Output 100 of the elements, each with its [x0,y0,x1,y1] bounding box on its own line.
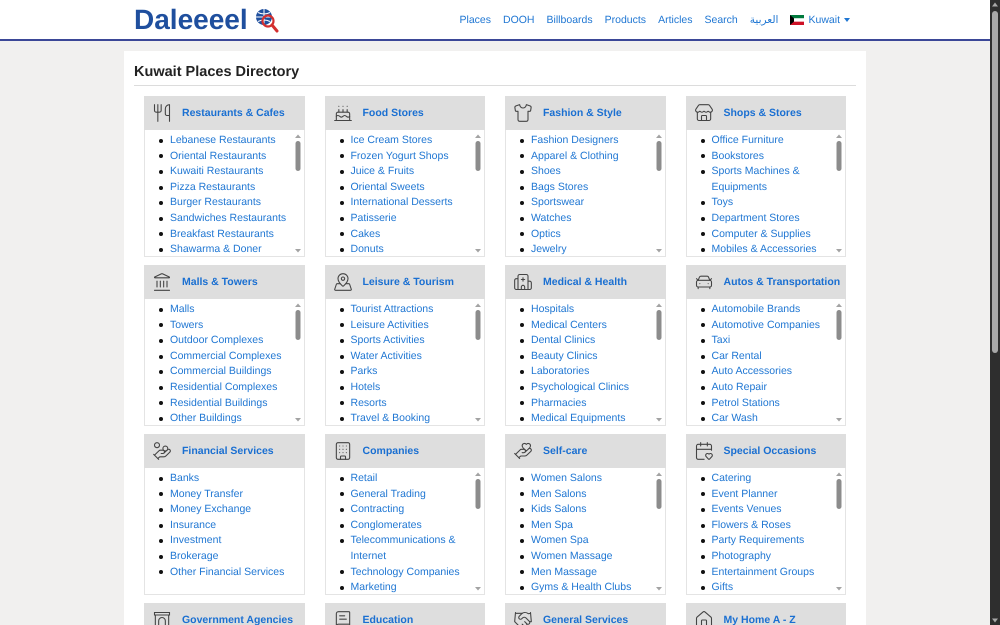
nav-link[interactable]: Places [460,12,492,26]
country-dropdown[interactable]: Kuwait [790,12,850,26]
nav-link[interactable]: DOOH [503,12,535,26]
category-item-link[interactable]: Auto Accessories [712,364,792,380]
category-item-link[interactable]: Contracting [350,502,404,518]
category-item-link[interactable]: Party Requirements [712,533,804,549]
category-item-link[interactable]: Beauty Clinics [531,348,598,364]
category-item-link[interactable]: Toys [712,195,734,211]
category-item-link[interactable]: Sports Machines & Equipments [712,164,833,196]
category-item-link[interactable]: General Trading [350,486,426,502]
category-item-link[interactable]: Petrol Stations [712,396,780,412]
category-item-link[interactable]: Lebanese Restaurants [170,133,276,149]
category-item-link[interactable]: Event Planner [712,486,778,502]
category-item-link[interactable]: Brokerage [170,548,218,565]
category-item-link[interactable]: Sandwiches Restaurants [170,210,286,227]
category-item-link[interactable]: Sports Activities [350,333,425,349]
category-item-link[interactable]: Apparel & Clothing [531,148,619,164]
category-link[interactable]: Special Occasions [724,444,816,458]
category-item-link[interactable]: Men Spa [531,518,574,534]
category-item-link[interactable]: Oriental Restaurants [170,148,266,164]
category-item-link[interactable]: International Desserts [350,195,453,211]
category-link[interactable]: Fashion & Style [543,106,622,120]
category-item-link[interactable]: Hospitals [531,302,574,318]
category-item-link[interactable]: Banks [170,471,200,487]
category-item-link[interactable]: Conglomerates [350,518,422,534]
category-link[interactable]: Government Agencies [182,614,294,625]
category-link[interactable]: My Home A - Z [724,614,796,625]
category-item-link[interactable]: Dental Clinics [531,333,596,349]
category-item-link[interactable]: Technology Companies [350,564,460,580]
category-item-link[interactable]: Women Salons [531,471,602,487]
category-item-link[interactable]: Men Salons [531,486,586,502]
category-item-link[interactable]: Investment [170,533,222,549]
category-item-link[interactable]: Leisure Activities [350,318,429,334]
category-item-link[interactable]: Patisserie [350,210,397,227]
category-item-link[interactable]: Optics [531,226,561,242]
category-item-link[interactable]: Bags Stores [531,180,588,196]
category-item-link[interactable]: Commercial Complexes [170,348,282,364]
category-item-link[interactable]: Gyms & Health Clubs [531,580,632,594]
category-item-link[interactable]: Telecommunications & Internet [350,533,472,565]
category-link[interactable]: Leisure & Tourism [362,276,454,288]
category-item-link[interactable]: Hotels [350,380,380,396]
category-item-link[interactable]: Resorts [350,396,387,412]
category-item-link[interactable]: Water Activities [350,348,422,364]
category-item-link[interactable]: Fashion Designers [531,133,619,149]
category-item-link[interactable]: Events Venues [712,502,782,518]
category-item-link[interactable]: Ice Cream Stores [350,133,432,149]
category-link[interactable]: Financial Services [182,444,274,458]
category-item-link[interactable]: Tourist Attractions [350,302,434,318]
category-item-link[interactable]: Gifts [712,580,734,594]
category-item-link[interactable]: Other Buildings [170,411,242,425]
category-item-link[interactable]: Bookstores [712,148,764,164]
category-link[interactable]: Malls & Towers [182,276,258,288]
nav-link[interactable]: Billboards [546,12,593,26]
category-item-link[interactable]: Retail [350,471,378,487]
category-item-link[interactable]: Cakes [350,226,380,242]
category-item-link[interactable]: Kuwaiti Restaurants [170,164,264,180]
category-link[interactable]: General Services [543,614,628,625]
category-item-link[interactable]: Kids Salons [531,502,586,518]
category-item-link[interactable]: Travel & Booking [350,411,430,425]
category-item-link[interactable]: Pizza Restaurants [170,180,256,196]
category-item-link[interactable]: Marketing [350,580,397,594]
category-item-link[interactable]: Department Stores [712,210,800,227]
nav-link[interactable]: العربية [750,12,778,26]
category-link[interactable]: Education [362,614,414,625]
category-item-link[interactable]: Automotive Companies [712,318,820,334]
category-link[interactable]: Food Stores [362,106,424,120]
category-item-link[interactable]: Computer & Supplies [712,226,811,242]
category-item-link[interactable]: Juice & Fruits [350,164,414,180]
category-item-link[interactable]: Outdoor Complexes [170,333,264,349]
category-link[interactable]: Medical & Health [543,276,628,288]
category-item-link[interactable]: Frozen Yogurt Shops [350,148,449,164]
category-item-link[interactable]: Women Spa [531,533,589,549]
category-item-link[interactable]: Parks [350,364,378,380]
category-item-link[interactable]: Money Transfer [170,486,243,502]
category-link[interactable]: Self-care [543,444,588,458]
category-item-link[interactable]: Auto Repair [712,380,767,396]
category-item-link[interactable]: Car Rental [712,348,762,364]
category-item-link[interactable]: Pharmacies [531,396,586,412]
category-item-link[interactable]: Women Massage [531,548,613,565]
category-item-link[interactable]: Automobile Brands [712,302,800,318]
category-item-link[interactable]: Flowers & Roses [712,518,791,534]
category-item-link[interactable]: Shoes [531,164,561,180]
category-item-link[interactable]: Shawarma & Doner [170,242,262,256]
category-item-link[interactable]: Psychological Clinics [531,380,630,396]
category-item-link[interactable]: Malls [170,302,195,318]
category-item-link[interactable]: Burger Restaurants [170,195,262,211]
nav-link[interactable]: Search [704,12,738,26]
category-item-link[interactable]: Oriental Sweets [350,180,425,196]
category-item-link[interactable]: Office Furniture [712,133,784,149]
category-link[interactable]: Restaurants & Cafes [182,106,285,120]
category-item-link[interactable]: Catering [712,471,752,487]
category-item-link[interactable]: Residential Buildings [170,396,268,412]
category-item-link[interactable]: Taxi [712,333,730,349]
category-item-link[interactable]: Photography [712,548,772,565]
category-item-link[interactable]: Men Massage [531,564,597,580]
category-item-link[interactable]: Other Financial Services [170,564,284,580]
category-item-link[interactable]: Insurance [170,518,216,534]
category-item-link[interactable]: Residential Complexes [170,380,278,396]
logo[interactable]: Daleeeel [134,4,279,34]
category-item-link[interactable]: Sportswear [531,195,584,211]
